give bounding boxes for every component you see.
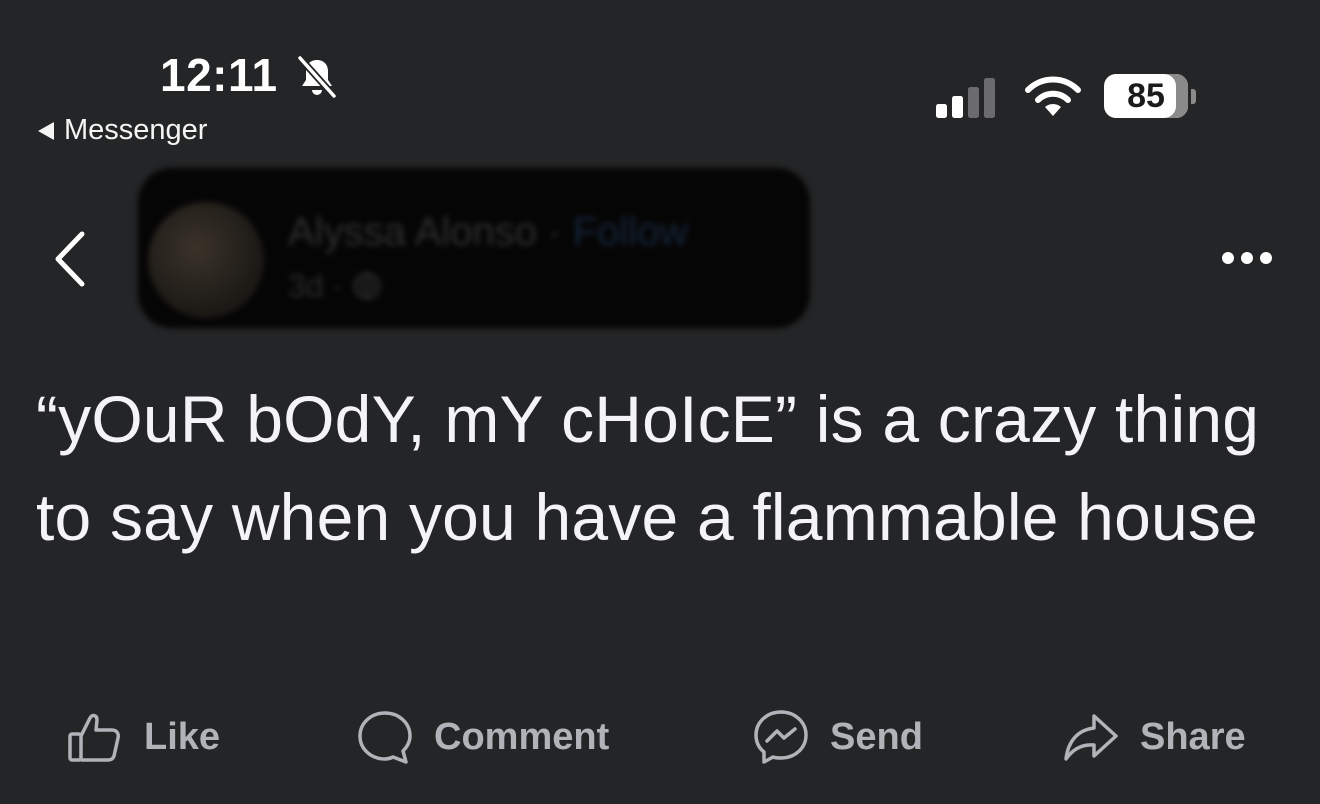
author-header-redacted: Alyssa Alonso · Follow 3d · [138, 168, 810, 328]
back-app-label: Messenger [64, 114, 208, 146]
send-label: Send [830, 715, 923, 758]
back-triangle-icon [38, 121, 54, 140]
post-timestamp: 3d [288, 268, 324, 304]
globe-icon [353, 272, 381, 300]
comment-button[interactable]: Comment [356, 708, 609, 766]
share-arrow-icon [1064, 714, 1118, 761]
messenger-icon [754, 710, 808, 764]
back-chevron-icon[interactable] [50, 228, 90, 290]
author-line: Alyssa Alonso · Follow [288, 210, 688, 255]
status-time: 12:11 [160, 49, 278, 101]
like-button[interactable]: Like [66, 708, 220, 766]
cellular-signal-icon [936, 76, 995, 118]
comment-bubble-icon [358, 711, 412, 764]
share-label: Share [1140, 715, 1246, 758]
post-text: “yOuR bOdY, mY cHoIcE” is a crazy thing … [36, 382, 1260, 554]
follow-link[interactable]: Follow [573, 210, 689, 254]
battery-icon: 85 [1104, 74, 1196, 118]
thumbs-up-icon [68, 713, 120, 762]
bell-slash-icon [297, 55, 337, 99]
more-options-button[interactable] [1222, 252, 1272, 264]
comment-label: Comment [434, 715, 610, 758]
avatar[interactable] [148, 202, 264, 318]
battery-level: 85 [1104, 74, 1188, 118]
wifi-icon [1025, 76, 1081, 116]
back-to-messenger-link[interactable]: Messenger [38, 114, 207, 147]
more-dot [1222, 252, 1234, 264]
more-dot [1241, 252, 1253, 264]
share-button[interactable]: Share [1062, 708, 1246, 766]
more-dot [1260, 252, 1272, 264]
author-name[interactable]: Alyssa Alonso [288, 210, 537, 254]
meta-separator: · [332, 268, 344, 304]
post-screen: 12:11 Messenger 85 Alyssa Alonso · Follo… [0, 0, 1320, 804]
author-separator: · [548, 210, 562, 254]
post-meta: 3d · [288, 268, 382, 305]
send-button[interactable]: Send [752, 708, 923, 766]
post-action-bar: Like Comment Send Share [0, 708, 1320, 784]
like-label: Like [144, 715, 221, 758]
